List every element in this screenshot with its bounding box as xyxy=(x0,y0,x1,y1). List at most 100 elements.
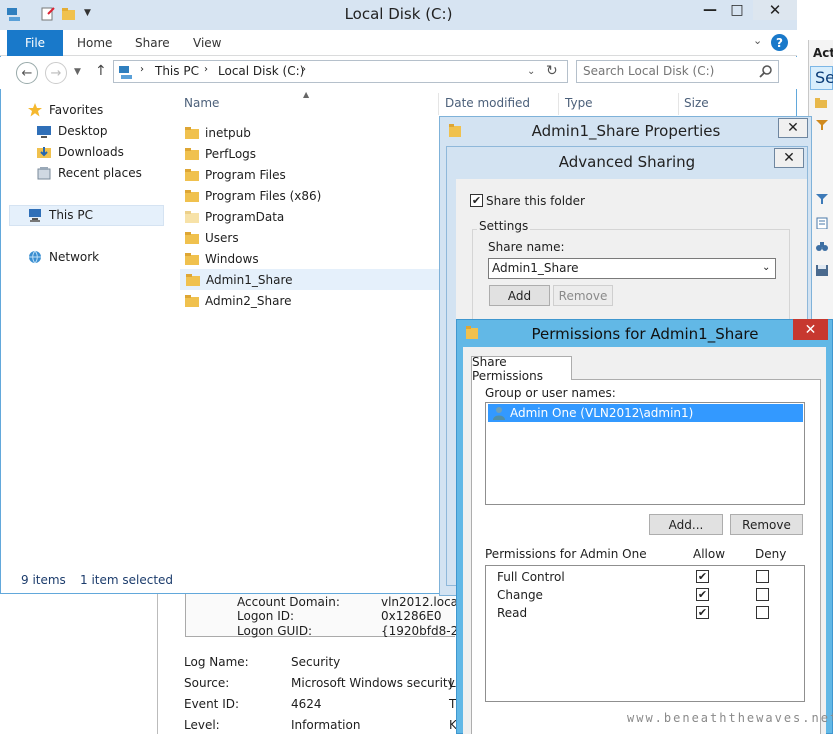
nav-network[interactable]: Network xyxy=(27,247,167,267)
nav-label: This PC xyxy=(49,208,93,222)
read-deny-checkbox[interactable] xyxy=(756,606,769,619)
detail-label: Account Domain: xyxy=(237,595,340,609)
nav-label: Desktop xyxy=(58,124,108,138)
advanced-sharing-title: Advanced Sharing xyxy=(558,153,696,171)
folder-icon[interactable] xyxy=(814,97,828,109)
ribbon xyxy=(0,30,797,56)
group-names-label: Group or user names: xyxy=(485,386,616,400)
share-name-value: Admin1_Share xyxy=(492,261,579,275)
tab-home[interactable]: Home xyxy=(77,36,112,50)
file-row[interactable]: Program Files xyxy=(180,164,440,185)
field-label: Source: xyxy=(184,676,230,690)
search-input[interactable] xyxy=(583,64,753,78)
maximize-button[interactable]: □ xyxy=(720,0,754,20)
folder-icon xyxy=(185,252,199,265)
save-icon[interactable] xyxy=(815,264,829,276)
field-value: Information xyxy=(291,718,361,732)
file-row[interactable]: Program Files (x86) xyxy=(180,185,440,206)
file-name: Program Files (x86) xyxy=(205,188,322,203)
permissions-title: Permissions for Admin1_Share xyxy=(531,325,759,343)
back-button[interactable]: ← xyxy=(16,62,38,84)
column-divider[interactable] xyxy=(558,93,559,115)
file-row[interactable]: inetpub xyxy=(180,122,440,143)
binoculars-icon[interactable] xyxy=(815,240,829,252)
add-user-button[interactable]: Add... xyxy=(649,514,723,535)
permissions-close-button[interactable]: ✕ xyxy=(793,319,828,340)
address-dropdown-icon[interactable]: ⌄ xyxy=(527,66,535,77)
search-box[interactable] xyxy=(576,60,779,83)
file-row[interactable]: ProgramData xyxy=(180,206,440,227)
deny-column-header: Deny xyxy=(755,547,787,561)
breadcrumb-separator-icon[interactable]: › xyxy=(302,64,306,75)
file-tab[interactable]: File xyxy=(7,30,63,56)
file-row-selected[interactable]: Admin1_Share xyxy=(180,269,440,290)
change-allow-checkbox[interactable]: ✔ xyxy=(696,588,709,601)
chevron-down-icon[interactable]: ⌄ xyxy=(762,262,770,273)
search-icon[interactable] xyxy=(759,65,773,79)
properties-title: Admin1_Share Properties xyxy=(531,122,721,140)
breadcrumb-local-disk[interactable]: Local Disk (C:) xyxy=(218,64,304,78)
nav-this-pc[interactable]: This PC xyxy=(27,205,167,225)
folder-icon xyxy=(185,189,199,202)
nav-recent-places[interactable]: Recent places xyxy=(36,163,176,183)
expand-ribbon-icon[interactable]: ⌄ xyxy=(753,34,762,47)
filter-icon[interactable] xyxy=(815,193,829,205)
nav-favorites[interactable]: Favorites xyxy=(27,100,167,120)
list-item[interactable]: Admin One (VLN2012\admin1) xyxy=(488,404,803,422)
file-row[interactable]: Admin2_Share xyxy=(180,290,440,311)
add-share-button[interactable]: Add xyxy=(489,285,550,306)
column-type[interactable]: Type xyxy=(565,96,593,110)
properties-close-button[interactable]: ✕ xyxy=(778,118,808,138)
remove-share-button[interactable]: Remove xyxy=(553,285,613,306)
column-size[interactable]: Size xyxy=(684,96,709,110)
nav-desktop[interactable]: Desktop xyxy=(36,121,176,141)
column-divider[interactable] xyxy=(438,93,439,115)
item-count: 9 items xyxy=(21,573,66,587)
user-name: Admin One (VLN2012\admin1) xyxy=(510,406,694,420)
field-label: Event ID: xyxy=(184,697,240,711)
column-date-modified[interactable]: Date modified xyxy=(445,96,530,110)
column-divider[interactable] xyxy=(678,93,679,115)
file-name: Admin1_Share xyxy=(206,272,293,287)
properties-icon[interactable] xyxy=(815,217,829,229)
file-name: Program Files xyxy=(205,167,286,182)
user-icon xyxy=(493,407,505,420)
file-row[interactable]: Users xyxy=(180,227,440,248)
advanced-sharing-close-button[interactable]: ✕ xyxy=(774,148,804,168)
tab-view[interactable]: View xyxy=(193,36,221,50)
column-name[interactable]: Name xyxy=(184,96,219,110)
breadcrumb-separator-icon[interactable]: › xyxy=(204,64,208,75)
breadcrumb-this-pc[interactable]: This PC xyxy=(155,64,199,78)
share-folder-checkbox[interactable]: ✔ xyxy=(470,194,483,207)
permission-name: Read xyxy=(497,606,528,620)
this-pc-icon xyxy=(119,66,132,79)
file-name: inetpub xyxy=(205,125,251,140)
tab-share-permissions[interactable]: Share Permissions xyxy=(471,355,572,383)
file-name: ProgramData xyxy=(205,209,285,224)
detail-label: Logon GUID: xyxy=(237,624,313,638)
filter-icon[interactable] xyxy=(815,119,829,131)
tab-share[interactable]: Share xyxy=(135,36,170,50)
read-allow-checkbox[interactable]: ✔ xyxy=(696,606,709,619)
forward-button[interactable]: → xyxy=(45,62,67,84)
folder-icon xyxy=(185,126,199,139)
nav-downloads[interactable]: Downloads xyxy=(36,142,176,162)
recent-locations-icon[interactable]: ▼ xyxy=(74,67,81,77)
breadcrumb-separator-icon[interactable]: › xyxy=(140,64,144,75)
nav-label: Recent places xyxy=(58,166,142,180)
folder-icon xyxy=(185,168,199,181)
full-control-allow-checkbox[interactable]: ✔ xyxy=(696,570,709,583)
permissions-for-label: Permissions for Admin One xyxy=(485,547,647,561)
full-control-deny-checkbox[interactable] xyxy=(756,570,769,583)
field-value: 4624 xyxy=(291,697,322,711)
close-button[interactable]: ✕ xyxy=(753,0,797,20)
file-row[interactable]: PerfLogs xyxy=(180,143,440,164)
file-row[interactable]: Windows xyxy=(180,248,440,269)
this-pc-icon xyxy=(29,209,41,222)
refresh-icon[interactable]: ↻ xyxy=(546,63,558,79)
change-deny-checkbox[interactable] xyxy=(756,588,769,601)
settings-label: Settings xyxy=(477,219,531,233)
remove-user-button[interactable]: Remove xyxy=(730,514,803,535)
up-button[interactable]: ↑ xyxy=(95,63,107,79)
help-icon[interactable]: ? xyxy=(771,34,788,51)
